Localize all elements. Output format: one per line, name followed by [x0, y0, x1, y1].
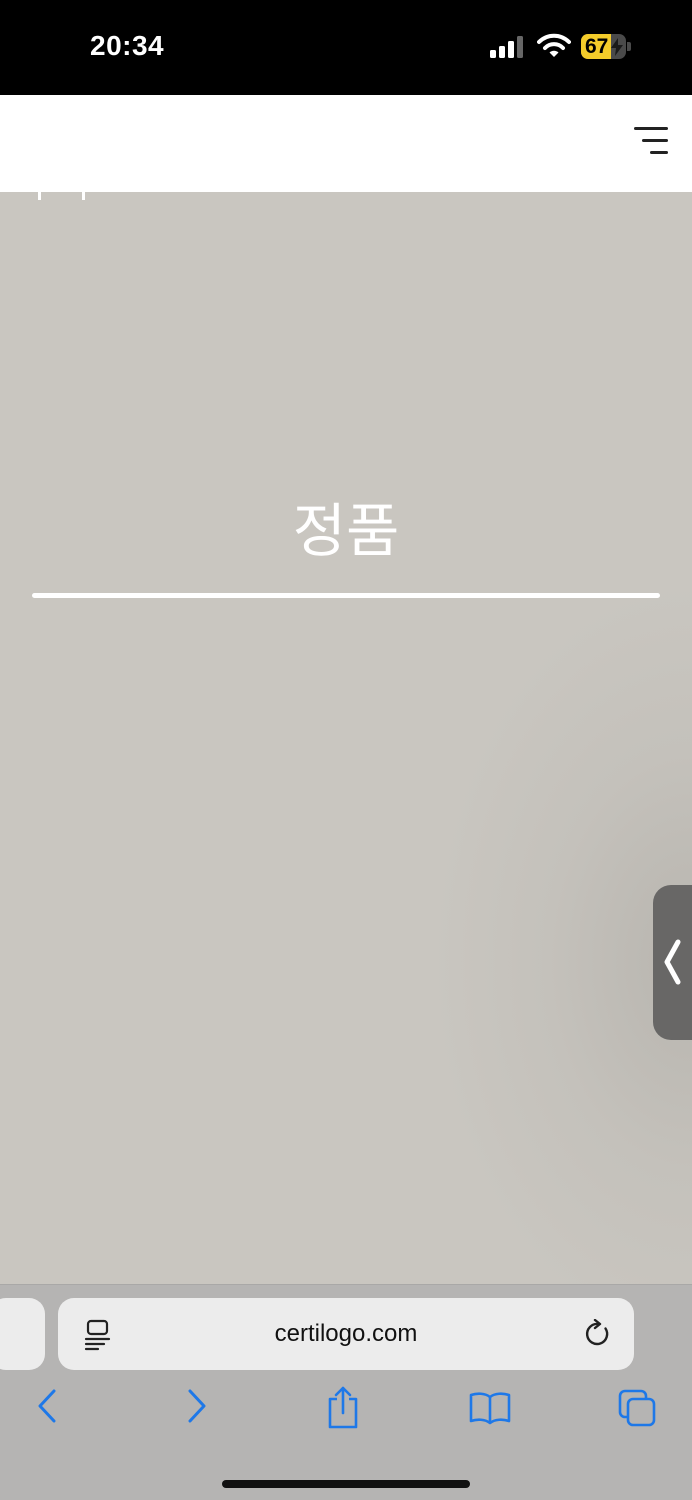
url-text[interactable]: certilogo.com: [58, 1320, 634, 1348]
address-bar[interactable]: certilogo.com: [58, 1298, 634, 1370]
menu-icon[interactable]: [634, 127, 668, 155]
previous-tab-card[interactable]: [0, 1298, 45, 1370]
battery-icon: 67: [581, 34, 631, 59]
title-underline: [32, 593, 660, 598]
home-indicator: [222, 1480, 470, 1488]
logo-bracket-mark: [36, 192, 88, 202]
share-icon[interactable]: [326, 1385, 360, 1429]
bolt-icon: [611, 38, 623, 56]
side-drawer-tab[interactable]: [653, 885, 692, 1040]
signal-icon: [490, 36, 523, 58]
page-title: 정품: [292, 497, 400, 565]
site-header: [0, 95, 692, 192]
back-icon[interactable]: [34, 1388, 60, 1424]
status-time: 20:34: [90, 30, 165, 61]
bookmarks-icon[interactable]: [469, 1391, 511, 1425]
battery-level: 67: [585, 35, 609, 58]
browser-toolbar: certilogo.com: [0, 1284, 692, 1500]
hero-section: 정품: [0, 192, 692, 1284]
wifi-icon: [537, 33, 571, 57]
reload-icon[interactable]: [584, 1319, 612, 1349]
forward-icon[interactable]: [184, 1388, 210, 1424]
status-bar: 20:34 67: [0, 0, 692, 95]
tabs-icon[interactable]: [618, 1389, 658, 1429]
chevron-left-icon: [664, 939, 681, 985]
